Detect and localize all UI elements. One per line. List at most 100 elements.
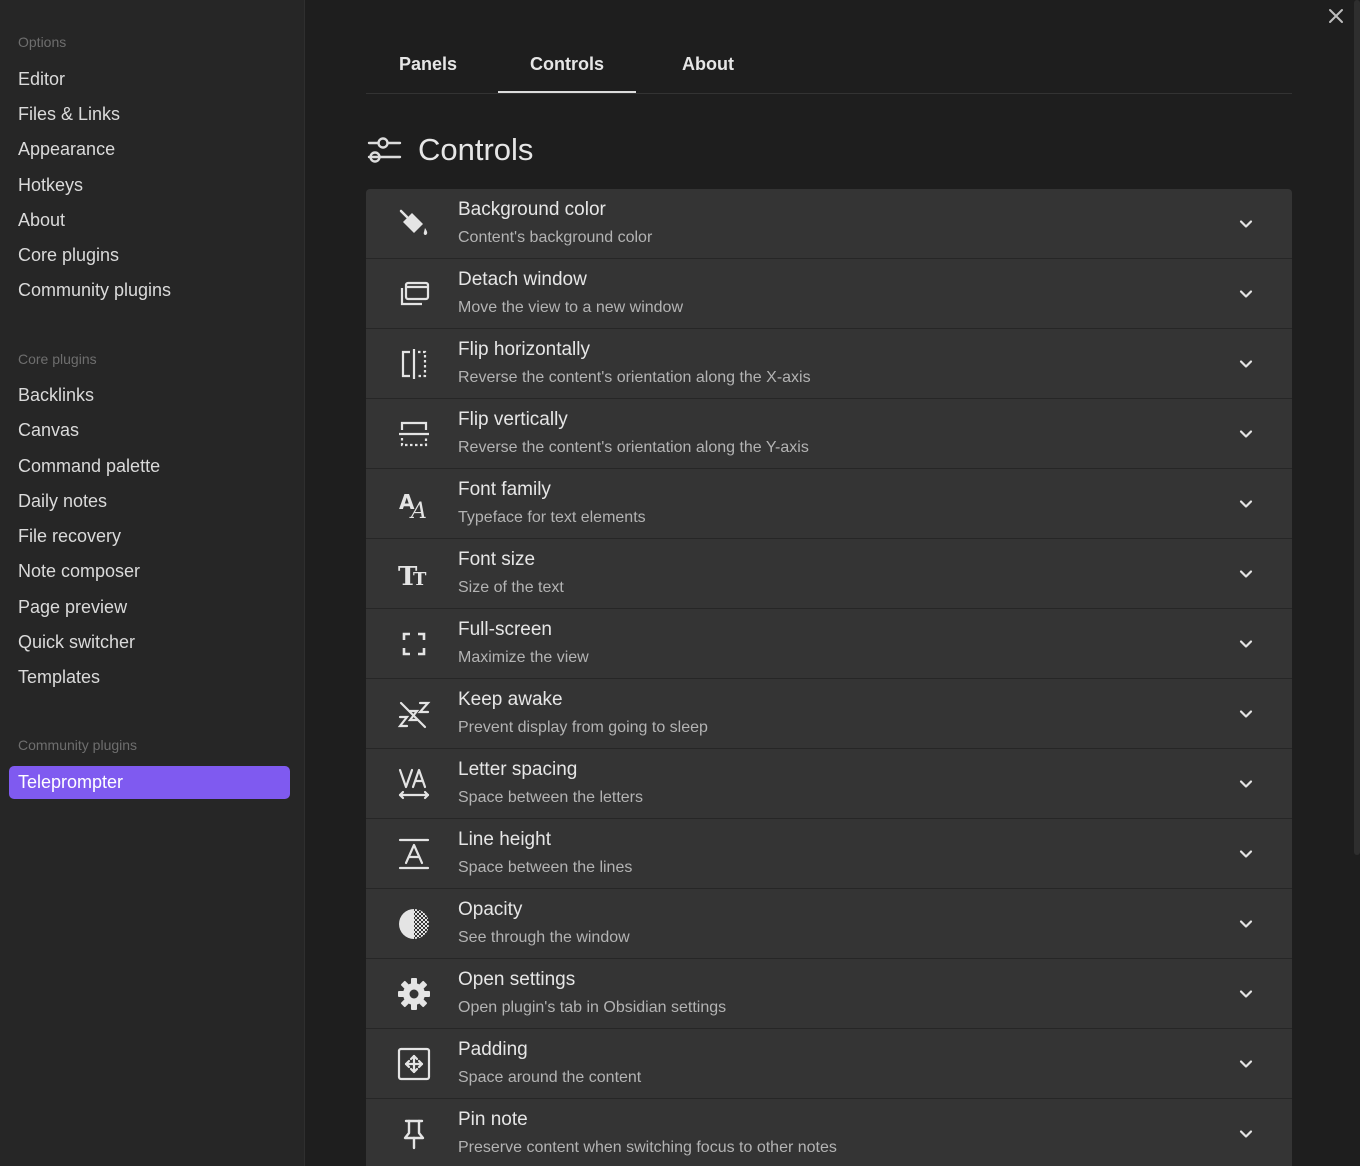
sidebar-item-page-preview[interactable]: Page preview [9, 591, 290, 624]
section-heading: Controls [366, 128, 533, 172]
control-row-pin-note[interactable]: Pin note Preserve content when switching… [366, 1099, 1292, 1166]
sidebar-item-backlinks[interactable]: Backlinks [9, 379, 290, 412]
svg-text:A: A [409, 499, 427, 521]
control-description: Reverse the content's orientation along … [458, 369, 811, 386]
tab-panels[interactable]: Panels [366, 40, 490, 93]
sidebar-item-templates[interactable]: Templates [9, 661, 290, 694]
control-row-opacity[interactable]: Opacity See through the window [366, 889, 1292, 959]
chevron-down-icon[interactable] [1236, 494, 1256, 514]
control-description: Preserve content when switching focus to… [458, 1139, 837, 1156]
flip-vertical-icon [397, 417, 431, 451]
letter-spacing-icon [397, 767, 431, 801]
control-description: See through the window [458, 929, 630, 946]
control-name: Background color [458, 199, 606, 220]
chevron-down-icon[interactable] [1236, 214, 1256, 234]
opacity-icon [397, 907, 431, 941]
chevron-down-icon[interactable] [1236, 704, 1256, 724]
sidebar-section-title: Options [18, 34, 67, 50]
scrollbar[interactable] [1354, 0, 1360, 855]
tab-about[interactable]: About [644, 40, 772, 93]
control-name: Full-screen [458, 619, 552, 640]
pin-icon [397, 1117, 431, 1151]
chevron-down-icon[interactable] [1236, 984, 1256, 1004]
chevron-down-icon[interactable] [1236, 1124, 1256, 1144]
control-description: Open plugin's tab in Obsidian settings [458, 999, 727, 1016]
sidebar-item-quick-switcher[interactable]: Quick switcher [9, 626, 290, 659]
control-description: Content's background color [458, 229, 653, 246]
control-description: Maximize the view [458, 649, 589, 666]
gear-icon [397, 977, 431, 1011]
control-row-full-screen[interactable]: Full-screen Maximize the view [366, 609, 1292, 679]
control-description: Space around the content [458, 1069, 642, 1086]
chevron-down-icon[interactable] [1236, 1054, 1256, 1074]
control-name: Padding [458, 1039, 528, 1060]
sidebar-section-title: Community plugins [18, 737, 138, 753]
control-row-font-size[interactable]: TT Font size Size of the text [366, 539, 1292, 609]
settings-sidebar: Options Editor Files & Links Appearance … [0, 0, 305, 1166]
control-description: Reverse the content's orientation along … [458, 439, 809, 456]
control-row-detach-window[interactable]: Detach window Move the view to a new win… [366, 259, 1292, 329]
control-row-open-settings[interactable]: Open settings Open plugin's tab in Obsid… [366, 959, 1292, 1029]
chevron-down-icon[interactable] [1236, 774, 1256, 794]
sidebar-item-appearance[interactable]: Appearance [9, 133, 290, 166]
control-description: Size of the text [458, 579, 564, 596]
font-size-icon: TT [397, 557, 431, 592]
control-row-padding[interactable]: Padding Space around the content [366, 1029, 1292, 1099]
sidebar-item-teleprompter[interactable]: Teleprompter [9, 766, 290, 799]
chevron-down-icon[interactable] [1236, 284, 1256, 304]
sidebar-item-file-recovery[interactable]: File recovery [9, 520, 290, 553]
sidebar-item-community-plugins[interactable]: Community plugins [9, 274, 290, 307]
chevron-down-icon[interactable] [1236, 844, 1256, 864]
paint-bucket-icon [397, 207, 431, 241]
control-description: Space between the letters [458, 789, 644, 806]
control-name: Opacity [458, 899, 523, 920]
control-row-flip-vertically[interactable]: Flip vertically Reverse the content's or… [366, 399, 1292, 469]
control-row-font-family[interactable]: AA Font family Typeface for text element… [366, 469, 1292, 539]
chevron-down-icon[interactable] [1236, 914, 1256, 934]
control-name: Line height [458, 829, 551, 850]
padding-icon [397, 1047, 431, 1081]
chevron-down-icon[interactable] [1236, 354, 1256, 374]
control-name: Letter spacing [458, 759, 578, 780]
sidebar-item-editor[interactable]: Editor [9, 63, 290, 96]
control-description: Prevent display from going to sleep [458, 719, 708, 736]
chevron-down-icon[interactable] [1236, 564, 1256, 584]
control-row-keep-awake[interactable]: Keep awake Prevent display from going to… [366, 679, 1292, 749]
settings-window: Options Editor Files & Links Appearance … [0, 0, 1360, 1166]
detach-window-icon [397, 277, 431, 311]
sidebar-item-hotkeys[interactable]: Hotkeys [9, 169, 290, 202]
section-title: Controls [418, 132, 534, 167]
sidebar-item-files-links[interactable]: Files & Links [9, 98, 290, 131]
font-family-icon: AA [397, 487, 431, 524]
control-row-line-height[interactable]: Line height Space between the lines [366, 819, 1292, 889]
control-row-background-color[interactable]: Background color Content's background co… [366, 189, 1292, 259]
control-row-letter-spacing[interactable]: Letter spacing Space between the letters [366, 749, 1292, 819]
line-height-icon [397, 837, 431, 871]
sliders-icon [366, 132, 402, 168]
control-name: Flip horizontally [458, 339, 590, 360]
sidebar-section-title: Core plugins [18, 351, 97, 367]
control-name: Detach window [458, 269, 587, 290]
fullscreen-icon [397, 627, 431, 661]
sidebar-item-core-plugins[interactable]: Core plugins [9, 239, 290, 272]
tab-controls[interactable]: Controls [498, 40, 636, 93]
control-name: Open settings [458, 969, 576, 990]
control-name: Keep awake [458, 689, 563, 710]
sidebar-item-command-palette[interactable]: Command palette [9, 450, 290, 483]
control-name: Font size [458, 549, 536, 570]
control-row-flip-horizontally[interactable]: Flip horizontally Reverse the content's … [366, 329, 1292, 399]
controls-list: Background color Content's background co… [366, 189, 1292, 1166]
control-name: Font family [458, 479, 551, 500]
sidebar-item-canvas[interactable]: Canvas [9, 414, 290, 447]
control-name: Pin note [458, 1109, 528, 1130]
sidebar-item-about[interactable]: About [9, 204, 290, 237]
sidebar-item-note-composer[interactable]: Note composer [9, 555, 290, 588]
control-description: Move the view to a new window [458, 299, 683, 316]
control-description: Space between the lines [458, 859, 633, 876]
sidebar-item-daily-notes[interactable]: Daily notes [9, 485, 290, 518]
close-icon[interactable] [1326, 6, 1346, 26]
chevron-down-icon[interactable] [1236, 634, 1256, 654]
control-name: Flip vertically [458, 409, 568, 430]
control-description: Typeface for text elements [458, 509, 646, 526]
chevron-down-icon[interactable] [1236, 424, 1256, 444]
